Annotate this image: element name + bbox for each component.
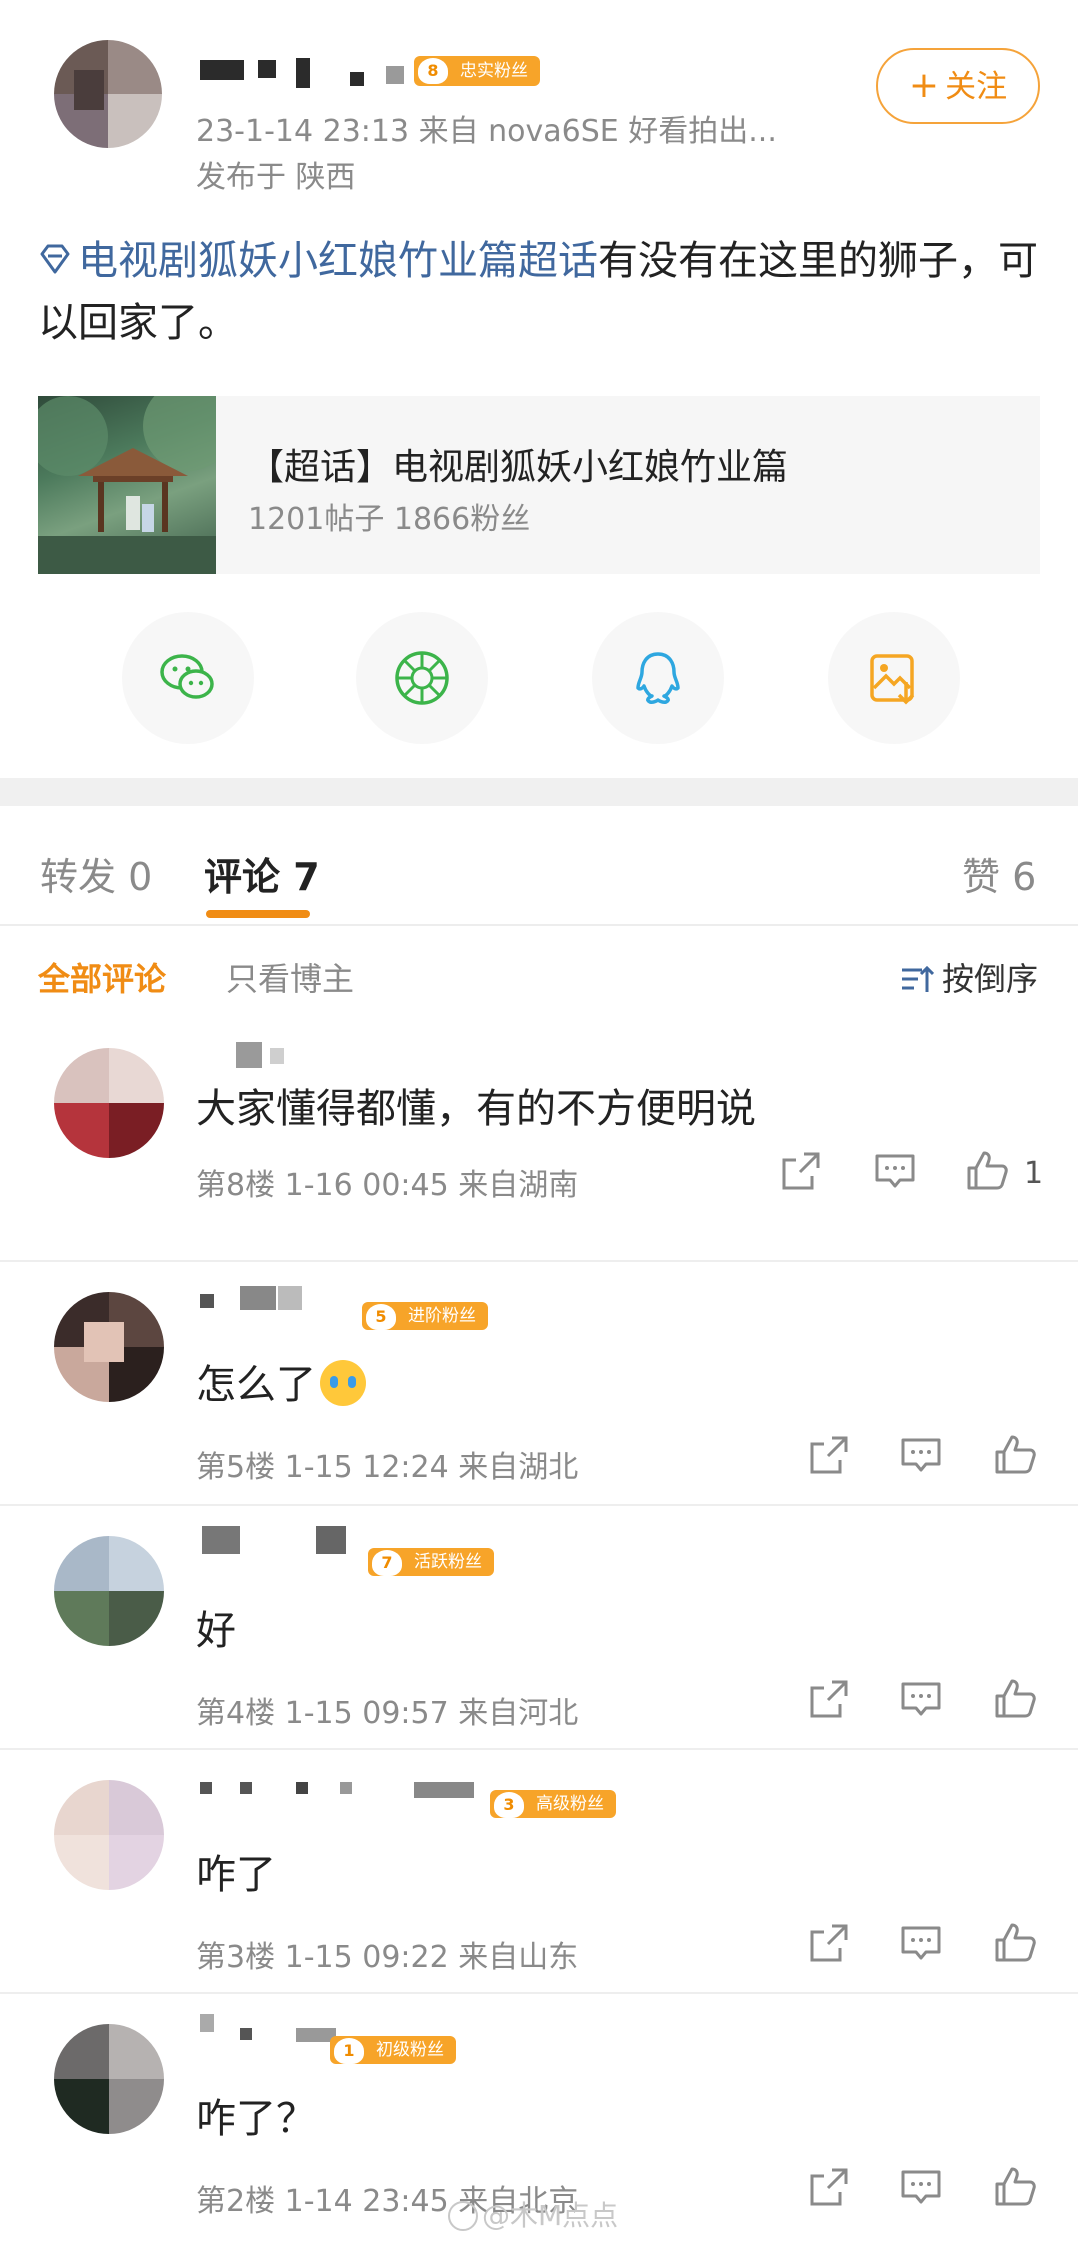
like-button[interactable] xyxy=(992,2164,1038,2210)
share-wechat-button[interactable] xyxy=(122,612,254,744)
thumbs-up-icon xyxy=(995,1435,1036,1474)
comment-filter-row: 全部评论 只看博主 按倒序 xyxy=(0,928,1078,1018)
like-button[interactable] xyxy=(992,1432,1038,1478)
super-topic-card[interactable]: 【超话】电视剧狐妖小红娘竹业篇 1201帖子 1866粉丝 xyxy=(38,396,1040,574)
author-avatar[interactable] xyxy=(54,40,162,148)
share-arrow-icon xyxy=(782,1152,820,1190)
fan-level-badge: 3 高级粉丝 xyxy=(490,1790,616,1818)
comment-bubble-icon xyxy=(901,2170,941,2204)
share-moments-button[interactable] xyxy=(356,612,488,744)
moments-icon xyxy=(395,651,449,705)
plus-icon: + xyxy=(908,65,940,106)
tab-comments[interactable]: 评论 7 xyxy=(204,846,320,901)
reply-button[interactable] xyxy=(898,1432,944,1478)
share-arrow-icon xyxy=(810,1436,848,1474)
commenter-avatar[interactable] xyxy=(54,2024,164,2134)
comment-text: 好 xyxy=(196,1608,236,1654)
tab-repost[interactable]: 转发 0 xyxy=(40,846,152,901)
reply-button[interactable] xyxy=(872,1148,918,1194)
repost-comment-button[interactable] xyxy=(806,1676,852,1722)
sort-icon xyxy=(901,965,935,992)
follow-button[interactable]: + 关注 xyxy=(876,48,1040,124)
share-arrow-icon xyxy=(810,1924,848,1962)
comment-bubble-icon xyxy=(875,1154,915,1188)
comment-item: 5 进阶粉丝 怎么了 第5楼 1-15 12:24 来自湖北 xyxy=(0,1262,1078,1506)
topic-card-title: 【超话】电视剧狐妖小红娘竹业篇 xyxy=(248,447,789,488)
post-timestamp-source: 23-1-14 23:13 来自 nova6SE 好看拍出... xyxy=(196,114,777,149)
like-count: 1 xyxy=(1024,1156,1044,1191)
comment-meta: 第4楼 1-15 09:57 来自河北 xyxy=(196,1696,579,1731)
repost-comment-button[interactable] xyxy=(806,1432,852,1478)
comment-text: 咋了 xyxy=(196,1852,276,1898)
thumbs-up-icon xyxy=(995,1679,1036,1718)
comment-meta: 第8楼 1-16 00:45 来自湖南 xyxy=(196,1168,579,1203)
reply-button[interactable] xyxy=(898,2164,944,2210)
comment-bubble-icon xyxy=(901,1926,941,1960)
repost-comment-button[interactable] xyxy=(806,1920,852,1966)
like-button[interactable] xyxy=(964,1148,1010,1194)
comment-item: 7 活跃粉丝 好 第4楼 1-15 09:57 来自河北 xyxy=(0,1506,1078,1750)
post-card: 8 忠实粉丝 23-1-14 23:13 来自 nova6SE 好看拍出... … xyxy=(0,0,1078,778)
like-button[interactable] xyxy=(992,1920,1038,1966)
reply-button[interactable] xyxy=(898,1676,944,1722)
fan-level-badge: 5 进阶粉丝 xyxy=(362,1302,488,1330)
comment-item: 大家懂得都懂，有的不方便明说 第8楼 1-16 00:45 来自湖南 1 xyxy=(0,1018,1078,1262)
repost-comment-button[interactable] xyxy=(806,2164,852,2210)
comment-item: 3 高级粉丝 咋了 第3楼 1-15 09:22 来自山东 xyxy=(0,1750,1078,1994)
post-text: 电视剧狐妖小红娘竹业篇超话有没有在这里的狮子，可以回家了。 xyxy=(38,238,1038,346)
post-tabs: 转发 0 评论 7 赞 6 xyxy=(0,806,1078,926)
fan-level-badge: 7 活跃粉丝 xyxy=(368,1548,494,1576)
fan-level-badge: 1 初级粉丝 xyxy=(330,2036,456,2064)
topic-card-stats: 1201帖子 1866粉丝 xyxy=(248,502,531,537)
fan-level-badge: 8 忠实粉丝 xyxy=(414,56,540,86)
section-divider xyxy=(0,778,1078,806)
share-qq-button[interactable] xyxy=(592,612,724,744)
save-image-button[interactable] xyxy=(828,612,960,744)
commenter-avatar[interactable] xyxy=(54,1292,164,1402)
commenter-avatar[interactable] xyxy=(54,1780,164,1890)
tab-likes[interactable]: 赞 6 xyxy=(962,846,1036,901)
thumbs-up-icon xyxy=(967,1151,1008,1190)
commenter-avatar[interactable] xyxy=(54,1536,164,1646)
reply-button[interactable] xyxy=(898,1920,944,1966)
comment-text: 怎么了 xyxy=(196,1352,366,1410)
comment-bubble-icon xyxy=(901,1682,941,1716)
active-tab-indicator xyxy=(206,910,310,918)
share-arrow-icon xyxy=(810,1680,848,1718)
comment-bubble-icon xyxy=(901,1438,941,1472)
topic-link[interactable]: 电视剧狐妖小红娘竹业篇超话 xyxy=(38,238,598,284)
save-image-icon xyxy=(870,654,915,705)
super-topic-icon xyxy=(40,244,70,274)
filter-author-only[interactable]: 只看博主 xyxy=(226,954,354,1000)
comment-meta: 第5楼 1-15 12:24 来自湖北 xyxy=(196,1450,579,1485)
wechat-icon xyxy=(160,654,214,699)
repost-comment-button[interactable] xyxy=(778,1148,824,1194)
commenter-avatar[interactable] xyxy=(54,1048,164,1158)
comment-meta: 第3楼 1-15 09:22 来自山东 xyxy=(196,1940,579,1975)
post-location: 发布于 陕西 xyxy=(196,160,356,195)
like-button[interactable] xyxy=(992,1676,1038,1722)
thumbs-up-icon xyxy=(995,1923,1036,1962)
weibo-logo-icon xyxy=(448,2201,478,2231)
filter-all-comments[interactable]: 全部评论 xyxy=(38,954,166,1000)
qq-icon xyxy=(636,652,680,704)
topic-thumbnail xyxy=(38,396,216,574)
crying-emoji-icon xyxy=(320,1360,366,1406)
comment-text: 咋了？ xyxy=(196,2096,316,2142)
share-arrow-icon xyxy=(810,2168,848,2206)
comment-text: 大家懂得都懂，有的不方便明说 xyxy=(196,1086,756,1132)
watermark: @木M点点 xyxy=(448,2194,618,2234)
sort-button[interactable]: 按倒序 xyxy=(900,954,1038,1000)
thumbs-up-icon xyxy=(995,2167,1036,2206)
